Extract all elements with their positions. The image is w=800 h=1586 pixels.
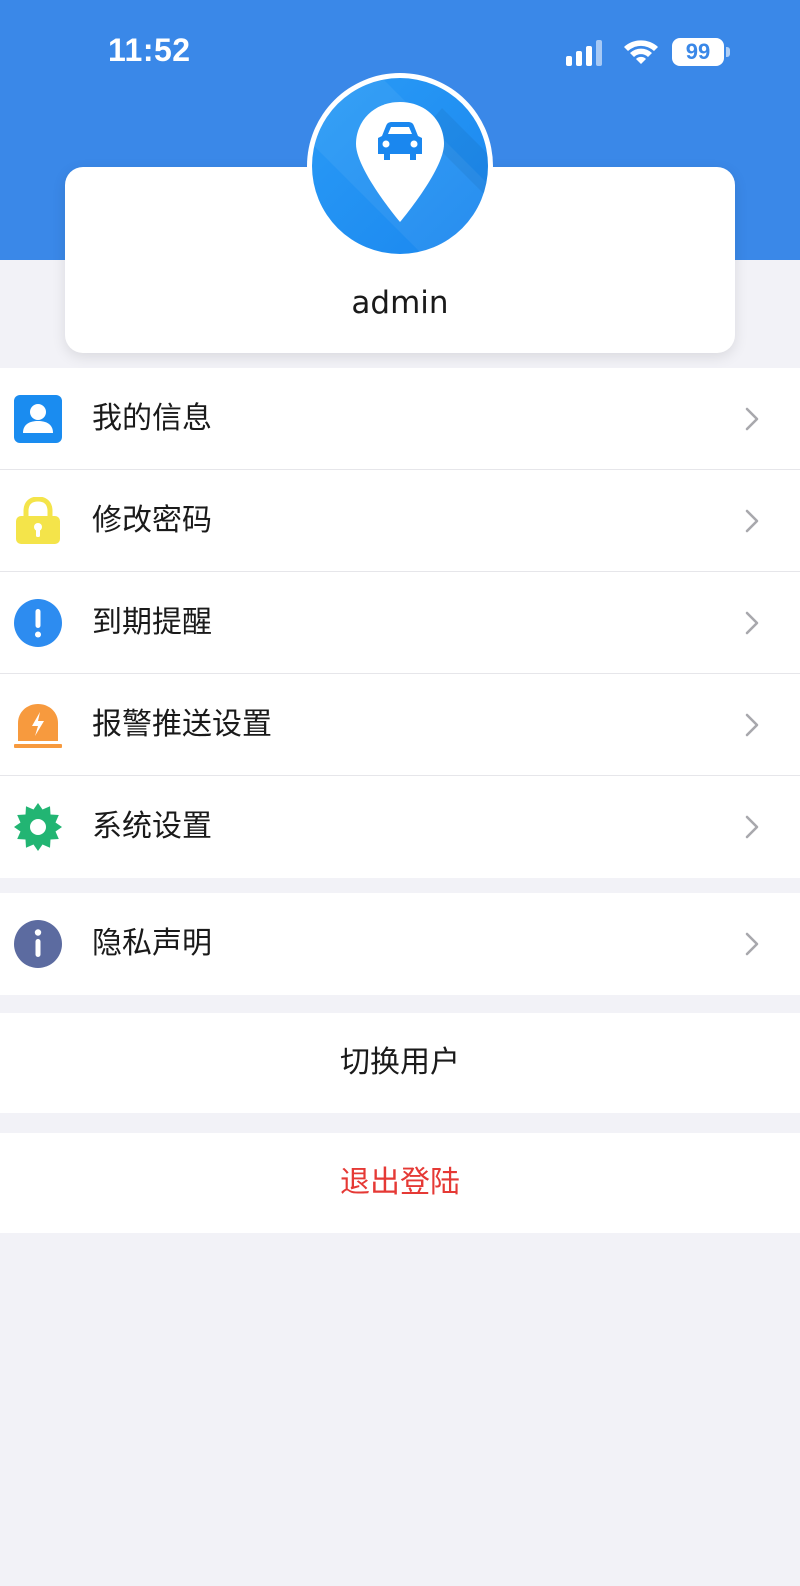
switch-user-button[interactable]: 切换用户	[0, 1013, 800, 1113]
exclamation-icon	[14, 599, 62, 647]
status-time: 11:52	[108, 32, 191, 68]
battery-tip	[726, 47, 730, 57]
car-location-pin-icon	[312, 78, 488, 254]
lock-icon	[16, 497, 60, 544]
menu-item-my-info[interactable]: 我的信息	[0, 368, 800, 470]
menu-group-privacy: 隐私声明	[0, 893, 800, 995]
signal-icon	[566, 40, 602, 66]
logout-button[interactable]: 退出登陆	[0, 1133, 800, 1233]
menu-item-change-password[interactable]: 修改密码	[0, 470, 800, 572]
menu-group-main: 我的信息 修改密码 到期提醒 报警推送设置 系统设置	[0, 368, 800, 878]
wifi-icon	[624, 40, 658, 64]
menu-item-label: 我的信息	[92, 401, 212, 436]
user-icon	[14, 395, 62, 443]
chevron-right-icon	[745, 407, 759, 431]
alarm-light-icon	[14, 704, 62, 748]
menu-item-label: 报警推送设置	[92, 707, 272, 742]
menu-item-label: 系统设置	[92, 809, 212, 844]
menu-item-label: 隐私声明	[92, 926, 212, 961]
chevron-right-icon	[745, 815, 759, 839]
menu-item-alarm-push-settings[interactable]: 报警推送设置	[0, 674, 800, 776]
menu-item-system-settings[interactable]: 系统设置	[0, 776, 800, 878]
chevron-right-icon	[745, 713, 759, 737]
menu-item-expiry-reminder[interactable]: 到期提醒	[0, 572, 800, 674]
gear-icon	[14, 803, 62, 851]
chevron-right-icon	[745, 932, 759, 956]
menu-item-label: 修改密码	[92, 503, 212, 538]
username: admin	[351, 285, 449, 321]
info-icon	[14, 920, 62, 968]
chevron-right-icon	[745, 611, 759, 635]
menu-item-privacy-statement[interactable]: 隐私声明	[0, 893, 800, 995]
chevron-right-icon	[745, 509, 759, 533]
avatar[interactable]	[307, 73, 493, 259]
menu-item-label: 到期提醒	[92, 605, 212, 640]
battery-icon: 99	[672, 38, 724, 66]
